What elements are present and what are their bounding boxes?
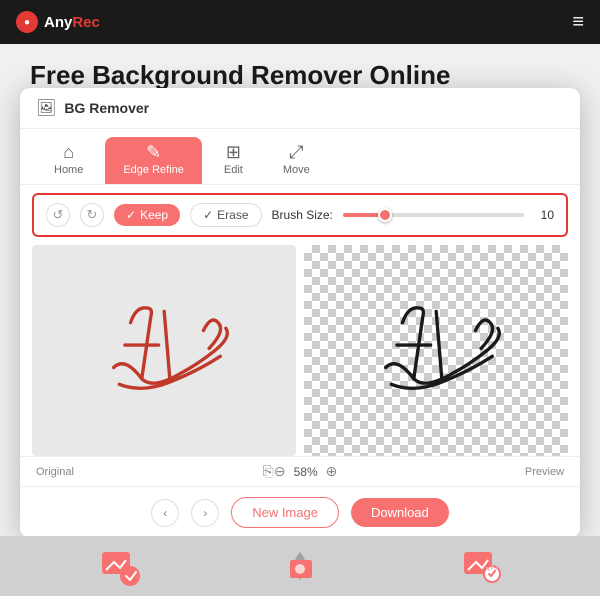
top-navigation: ● AnyRec ≡ — [0, 0, 600, 44]
image-panels — [20, 245, 580, 456]
download-button[interactable]: Download — [351, 498, 449, 527]
modal-title: BG Remover — [64, 100, 149, 116]
prev-button[interactable]: ‹ — [151, 499, 179, 527]
redo-button[interactable]: ↻ — [80, 203, 104, 227]
action-bar: ‹ › New Image Download — [20, 486, 580, 538]
keep-button[interactable]: ✓ Keep — [114, 204, 180, 226]
brush-value: 10 — [534, 208, 554, 222]
preview-signature — [324, 261, 548, 440]
tab-move-label: Move — [283, 164, 310, 176]
original-panel — [32, 245, 296, 456]
bottom-icon-1 — [98, 544, 142, 588]
erase-label: Erase — [217, 208, 248, 222]
bg-remover-icon: 🖼 — [36, 98, 56, 118]
logo-area: ● AnyRec — [16, 11, 100, 33]
tab-home-label: Home — [54, 164, 83, 176]
preview-panel — [304, 245, 568, 456]
next-button[interactable]: › — [191, 499, 219, 527]
toolbar: ↺ ↻ ✓ Keep ✓ Erase Brush Size: 10 — [32, 193, 568, 237]
keep-check-icon: ✓ — [126, 208, 136, 222]
tab-home[interactable]: ⌂ Home — [36, 137, 101, 184]
tab-edit[interactable]: ⊞ Edit — [206, 137, 261, 184]
undo-button[interactable]: ↺ — [46, 203, 70, 227]
zoom-out-icon[interactable]: ⊖ — [274, 463, 286, 480]
brush-size-label: Brush Size: — [272, 208, 333, 222]
modal-overlay: 🖼 BG Remover ⌂ Home ✎ Edge Refine ⊞ Edit… — [20, 88, 580, 538]
tab-edit-label: Edit — [224, 164, 243, 176]
edge-refine-icon: ✎ — [146, 143, 161, 161]
new-image-button[interactable]: New Image — [231, 497, 339, 528]
tab-move[interactable]: ⤢ Move — [265, 137, 328, 184]
home-icon: ⌂ — [63, 143, 74, 161]
original-label: Original — [36, 466, 263, 478]
logo-text: AnyRec — [44, 14, 100, 31]
logo-icon: ● — [16, 11, 38, 33]
preview-label: Preview — [337, 466, 564, 478]
tab-edge-refine-label: Edge Refine — [123, 164, 184, 176]
bottom-icon-2 — [278, 544, 322, 588]
zoom-in-icon[interactable]: ⊕ — [326, 463, 338, 480]
keep-label: Keep — [140, 208, 168, 222]
status-bar: Original ⎘ ⊖ 58% ⊕ Preview — [20, 456, 580, 486]
brush-slider[interactable] — [343, 213, 524, 217]
move-icon: ⤢ — [289, 143, 303, 161]
erase-button[interactable]: ✓ Erase — [190, 203, 261, 227]
erase-check-icon: ✓ — [203, 208, 213, 222]
copy-icon[interactable]: ⎘ — [263, 463, 274, 480]
zoom-controls: ⊖ 58% ⊕ — [274, 463, 338, 480]
brush-slider-thumb[interactable] — [378, 208, 392, 222]
bottom-icon-3 — [458, 544, 502, 588]
brush-slider-container — [343, 213, 524, 217]
page-heading: Free Background Remover Online — [30, 60, 450, 91]
hamburger-icon[interactable]: ≡ — [572, 12, 584, 32]
tab-edge-refine[interactable]: ✎ Edge Refine — [105, 137, 202, 184]
bottom-strip — [0, 536, 600, 596]
modal-header: 🖼 BG Remover — [20, 88, 580, 129]
original-signature — [52, 261, 276, 440]
tab-bar: ⌂ Home ✎ Edge Refine ⊞ Edit ⤢ Move — [20, 129, 580, 185]
zoom-value: 58% — [294, 465, 318, 479]
edit-icon: ⊞ — [226, 143, 241, 161]
